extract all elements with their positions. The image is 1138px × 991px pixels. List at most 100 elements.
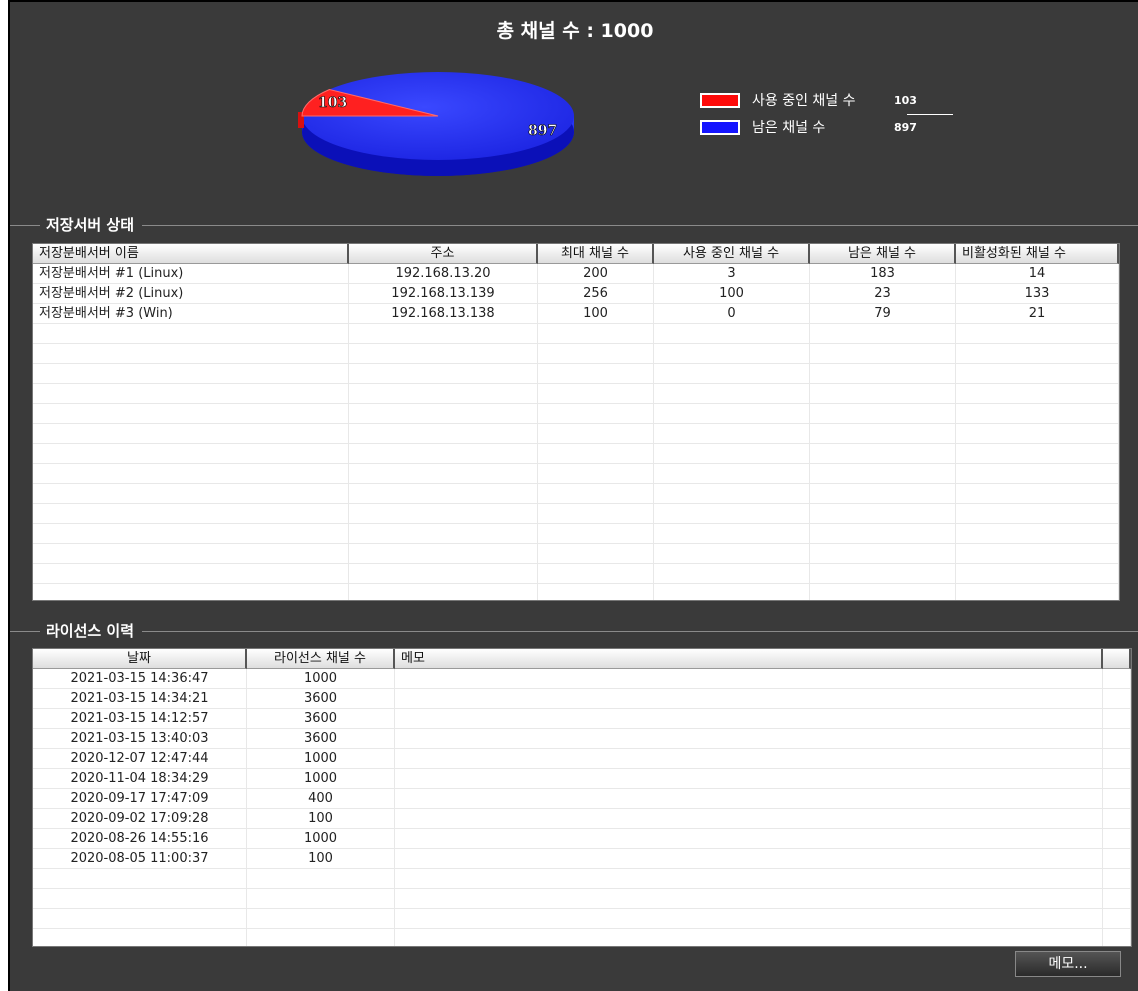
table-cell <box>654 364 810 383</box>
table-cell: 2021-03-15 14:36:47 <box>33 669 247 688</box>
table-row[interactable]: 저장분배서버 #2 (Linux) 192.168.13.139 256 100 23 1… <box>33 284 1119 304</box>
total-channel-title: 총 채널 수 : 1000 <box>496 20 654 42</box>
table-cell <box>349 424 538 443</box>
table-cell <box>1103 869 1131 888</box>
table-cell <box>395 669 1103 688</box>
memo-button[interactable]: 메모... <box>1015 951 1121 977</box>
table-cell: 3600 <box>247 729 395 748</box>
table-cell <box>654 344 810 363</box>
table-cell <box>538 504 654 523</box>
table-cell: 133 <box>956 284 1119 303</box>
table-cell <box>33 384 349 403</box>
table-cell: 21 <box>956 304 1119 323</box>
table-cell <box>349 384 538 403</box>
table-row[interactable]: 2020-08-26 14:55:16 1000 <box>33 829 1131 849</box>
column-header[interactable]: 날짜 <box>33 649 247 669</box>
table-cell: 3 <box>654 264 810 283</box>
table-cell: 256 <box>538 284 654 303</box>
table-row[interactable]: 2020-08-05 11:00:37 100 <box>33 849 1131 869</box>
column-header[interactable]: 라이선스 채널 수 <box>247 649 395 669</box>
table-cell: 3600 <box>247 709 395 728</box>
table-row[interactable]: 2020-09-17 17:47:09 400 <box>33 789 1131 809</box>
table-cell <box>1103 889 1131 908</box>
table-row[interactable]: 2021-03-15 13:40:03 3600 <box>33 729 1131 749</box>
table-cell <box>810 544 956 563</box>
table-cell: 2020-09-02 17:09:28 <box>33 809 247 828</box>
table-cell <box>247 909 395 928</box>
table-cell: 192.168.13.139 <box>349 284 538 303</box>
table-row <box>33 584 1119 600</box>
table-cell <box>956 504 1119 523</box>
table-cell <box>654 484 810 503</box>
table-cell <box>956 584 1119 600</box>
table-row[interactable]: 2021-03-15 14:34:21 3600 <box>33 689 1131 709</box>
table-cell <box>33 504 349 523</box>
table-cell <box>654 464 810 483</box>
table-row[interactable]: 2021-03-15 14:36:47 1000 <box>33 669 1131 689</box>
table-cell <box>810 564 956 583</box>
table-row <box>33 544 1119 564</box>
table-cell <box>33 869 247 888</box>
table-cell <box>810 364 956 383</box>
column-header[interactable]: 저장분배서버 이름 <box>33 244 349 264</box>
table-cell <box>349 524 538 543</box>
table-row <box>33 869 1131 889</box>
section-divider <box>10 225 1138 226</box>
table-row[interactable]: 2020-09-02 17:09:28 100 <box>33 809 1131 829</box>
column-header[interactable]: 메모 <box>395 649 1103 669</box>
table-cell <box>654 544 810 563</box>
legend-item-remaining: 남은 채널 수 897 <box>700 117 917 137</box>
table-cell <box>538 484 654 503</box>
table-cell <box>1103 769 1131 788</box>
column-header[interactable]: 최대 채널 수 <box>538 244 654 264</box>
column-header[interactable] <box>1103 649 1131 669</box>
table-cell <box>810 324 956 343</box>
table-row[interactable]: 2020-12-07 12:47:44 1000 <box>33 749 1131 769</box>
section-divider <box>10 631 1138 632</box>
table-cell <box>33 364 349 383</box>
table-cell <box>956 424 1119 443</box>
table-cell <box>349 504 538 523</box>
pie-label-used: 103 <box>318 95 347 111</box>
table-cell <box>395 729 1103 748</box>
table-row[interactable]: 2020-11-04 18:34:29 1000 <box>33 769 1131 789</box>
column-header[interactable]: 비활성화된 채널 수 <box>956 244 1119 264</box>
table-cell <box>247 929 395 946</box>
table-cell <box>810 424 956 443</box>
legend-swatch-red <box>700 92 740 108</box>
table-row[interactable]: 2021-03-15 14:12:57 3600 <box>33 709 1131 729</box>
legend-value-used: 103 <box>894 93 917 107</box>
table-cell <box>33 524 349 543</box>
table-cell <box>1103 749 1131 768</box>
table-cell <box>810 524 956 543</box>
table-cell: 14 <box>956 264 1119 283</box>
table-cell <box>33 929 247 946</box>
legend-swatch-blue <box>700 119 740 135</box>
column-header[interactable]: 남은 채널 수 <box>810 244 956 264</box>
table-cell <box>395 789 1103 808</box>
table-cell <box>33 484 349 503</box>
column-header[interactable]: 주소 <box>349 244 538 264</box>
table-cell <box>956 384 1119 403</box>
table-cell: 400 <box>247 789 395 808</box>
license-history-table[interactable]: 날짜 라이선스 채널 수 메모 2021-03-15 14:36:47 1000 2021… <box>32 648 1132 947</box>
storage-server-table[interactable]: 저장분배서버 이름 주소 최대 채널 수 사용 중인 채널 수 남은 채널 수 비활성화된… <box>32 243 1120 601</box>
table-cell: 2020-09-17 17:47:09 <box>33 789 247 808</box>
table-row[interactable]: 저장분배서버 #3 (Win) 192.168.13.138 100 0 79 21 <box>33 304 1119 324</box>
table-row <box>33 909 1131 929</box>
storage-section-title: 저장서버 상태 <box>40 215 143 235</box>
license-section-header: 라이선스 이력 <box>10 621 1138 641</box>
table-cell <box>395 829 1103 848</box>
table-cell <box>33 424 349 443</box>
column-header[interactable]: 사용 중인 채널 수 <box>654 244 810 264</box>
table-cell: 100 <box>538 304 654 323</box>
license-status-panel: 총 채널 수 : 1000 103 897 사용 중인 채널 수 103 남은 … <box>8 0 1138 991</box>
table-cell <box>395 889 1103 908</box>
table-cell <box>33 584 349 600</box>
table-cell <box>956 484 1119 503</box>
table-row[interactable]: 저장분배서버 #1 (Linux) 192.168.13.20 200 3 183 14 <box>33 264 1119 284</box>
table-cell <box>538 324 654 343</box>
table-cell <box>395 869 1103 888</box>
table-cell <box>956 524 1119 543</box>
table-cell <box>33 444 349 463</box>
